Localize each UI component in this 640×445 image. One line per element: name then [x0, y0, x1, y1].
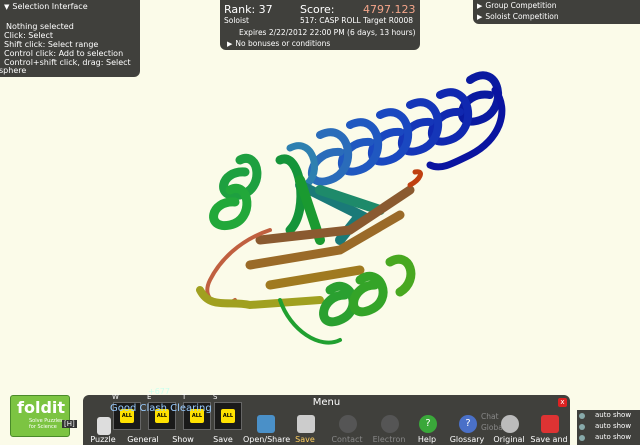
info-icon [579, 435, 585, 441]
open-share-icon [257, 415, 275, 433]
contact-icon [339, 415, 357, 433]
electron-icon [381, 415, 399, 433]
expand-triangle-icon[interactable]: ▶ [227, 40, 232, 48]
auto-show-toggle[interactable]: auto show [595, 422, 631, 430]
original-icon [501, 415, 519, 433]
selection-panel-title[interactable]: ▼ Selection Interface [4, 2, 88, 11]
sidechain-all-button[interactable]: S ALL [213, 393, 242, 430]
bonuses-toggle[interactable]: ▶ No bonuses or conditions [227, 39, 330, 48]
help-hotkey-badge: [H] [62, 420, 77, 428]
help-icon: ? [419, 415, 437, 433]
auto-show-toggle[interactable]: auto show [595, 433, 631, 441]
info-icon [579, 413, 585, 419]
sidechain-hotkey: S [213, 393, 218, 401]
tweak-hotkey: T [182, 393, 187, 401]
menu-glossary-button[interactable]: Glossary [445, 435, 489, 444]
collapse-triangle-icon[interactable]: ▼ [4, 3, 9, 11]
menu-save-button[interactable]: Save [201, 435, 245, 444]
glossary-icon: ? [459, 415, 477, 433]
selection-interface-panel: ▼ Selection Interface Nothing selected Cl… [0, 0, 140, 77]
score-panel: Rank: 37 Score: 4797.123 Soloist 517: CA… [220, 0, 420, 50]
menu-help-button[interactable]: Help [405, 435, 449, 444]
save-and-quit-icon [541, 415, 559, 433]
auto-show-panel: auto show auto show auto show [577, 410, 640, 445]
info-icon [579, 424, 585, 430]
chat-tab[interactable]: Chat [481, 412, 499, 421]
expand-triangle-icon[interactable]: ▶ [477, 13, 482, 21]
recipe-notification: Good Clash Clearing [110, 403, 212, 414]
rank-label: Rank: 37 [224, 3, 273, 16]
selection-hint: sphere [0, 66, 27, 75]
puzzle-icon [97, 417, 111, 435]
logo-name: foldit [17, 398, 66, 417]
competition-panel: ▶ Group Competition ▶ Soloist Competition [473, 0, 640, 24]
auto-show-toggle[interactable]: auto show [595, 411, 631, 419]
sidechain-icon: ALL [221, 409, 235, 423]
mode-label: Soloist [224, 16, 249, 25]
menu-open-share-button[interactable]: Open/Share [243, 435, 290, 444]
menu-contact-button[interactable]: Contact [325, 435, 369, 444]
foldit-logo[interactable]: foldit Solve Puzzles for Science [10, 395, 70, 437]
menu-puzzle-button[interactable]: Puzzle [81, 435, 125, 444]
menu-original-button[interactable]: Original [487, 435, 531, 444]
score-value: 4797.123 [363, 3, 416, 16]
save-disk-icon [297, 415, 315, 433]
menu-close-button[interactable]: x [558, 398, 567, 407]
menu-save-and-button[interactable]: Save and [527, 435, 571, 444]
puzzle-target: 517: CASP ROLL Target R0008 [300, 16, 414, 25]
group-competition-toggle[interactable]: ▶ Group Competition [477, 1, 557, 10]
wiggle-hotkey: W [112, 393, 119, 401]
menu-general-button[interactable]: General [121, 435, 165, 444]
score-delta-popup: +677 [148, 387, 170, 396]
expand-triangle-icon[interactable]: ▶ [477, 2, 482, 10]
expiry-text: Expires 2/22/2012 22:00 PM (6 days, 13 h… [239, 28, 416, 37]
score-label: Score: [300, 3, 335, 16]
menu-save-highlight-button[interactable]: Save [283, 435, 327, 444]
soloist-competition-toggle[interactable]: ▶ Soloist Competition [477, 12, 559, 21]
menu-show-button[interactable]: Show [161, 435, 205, 444]
